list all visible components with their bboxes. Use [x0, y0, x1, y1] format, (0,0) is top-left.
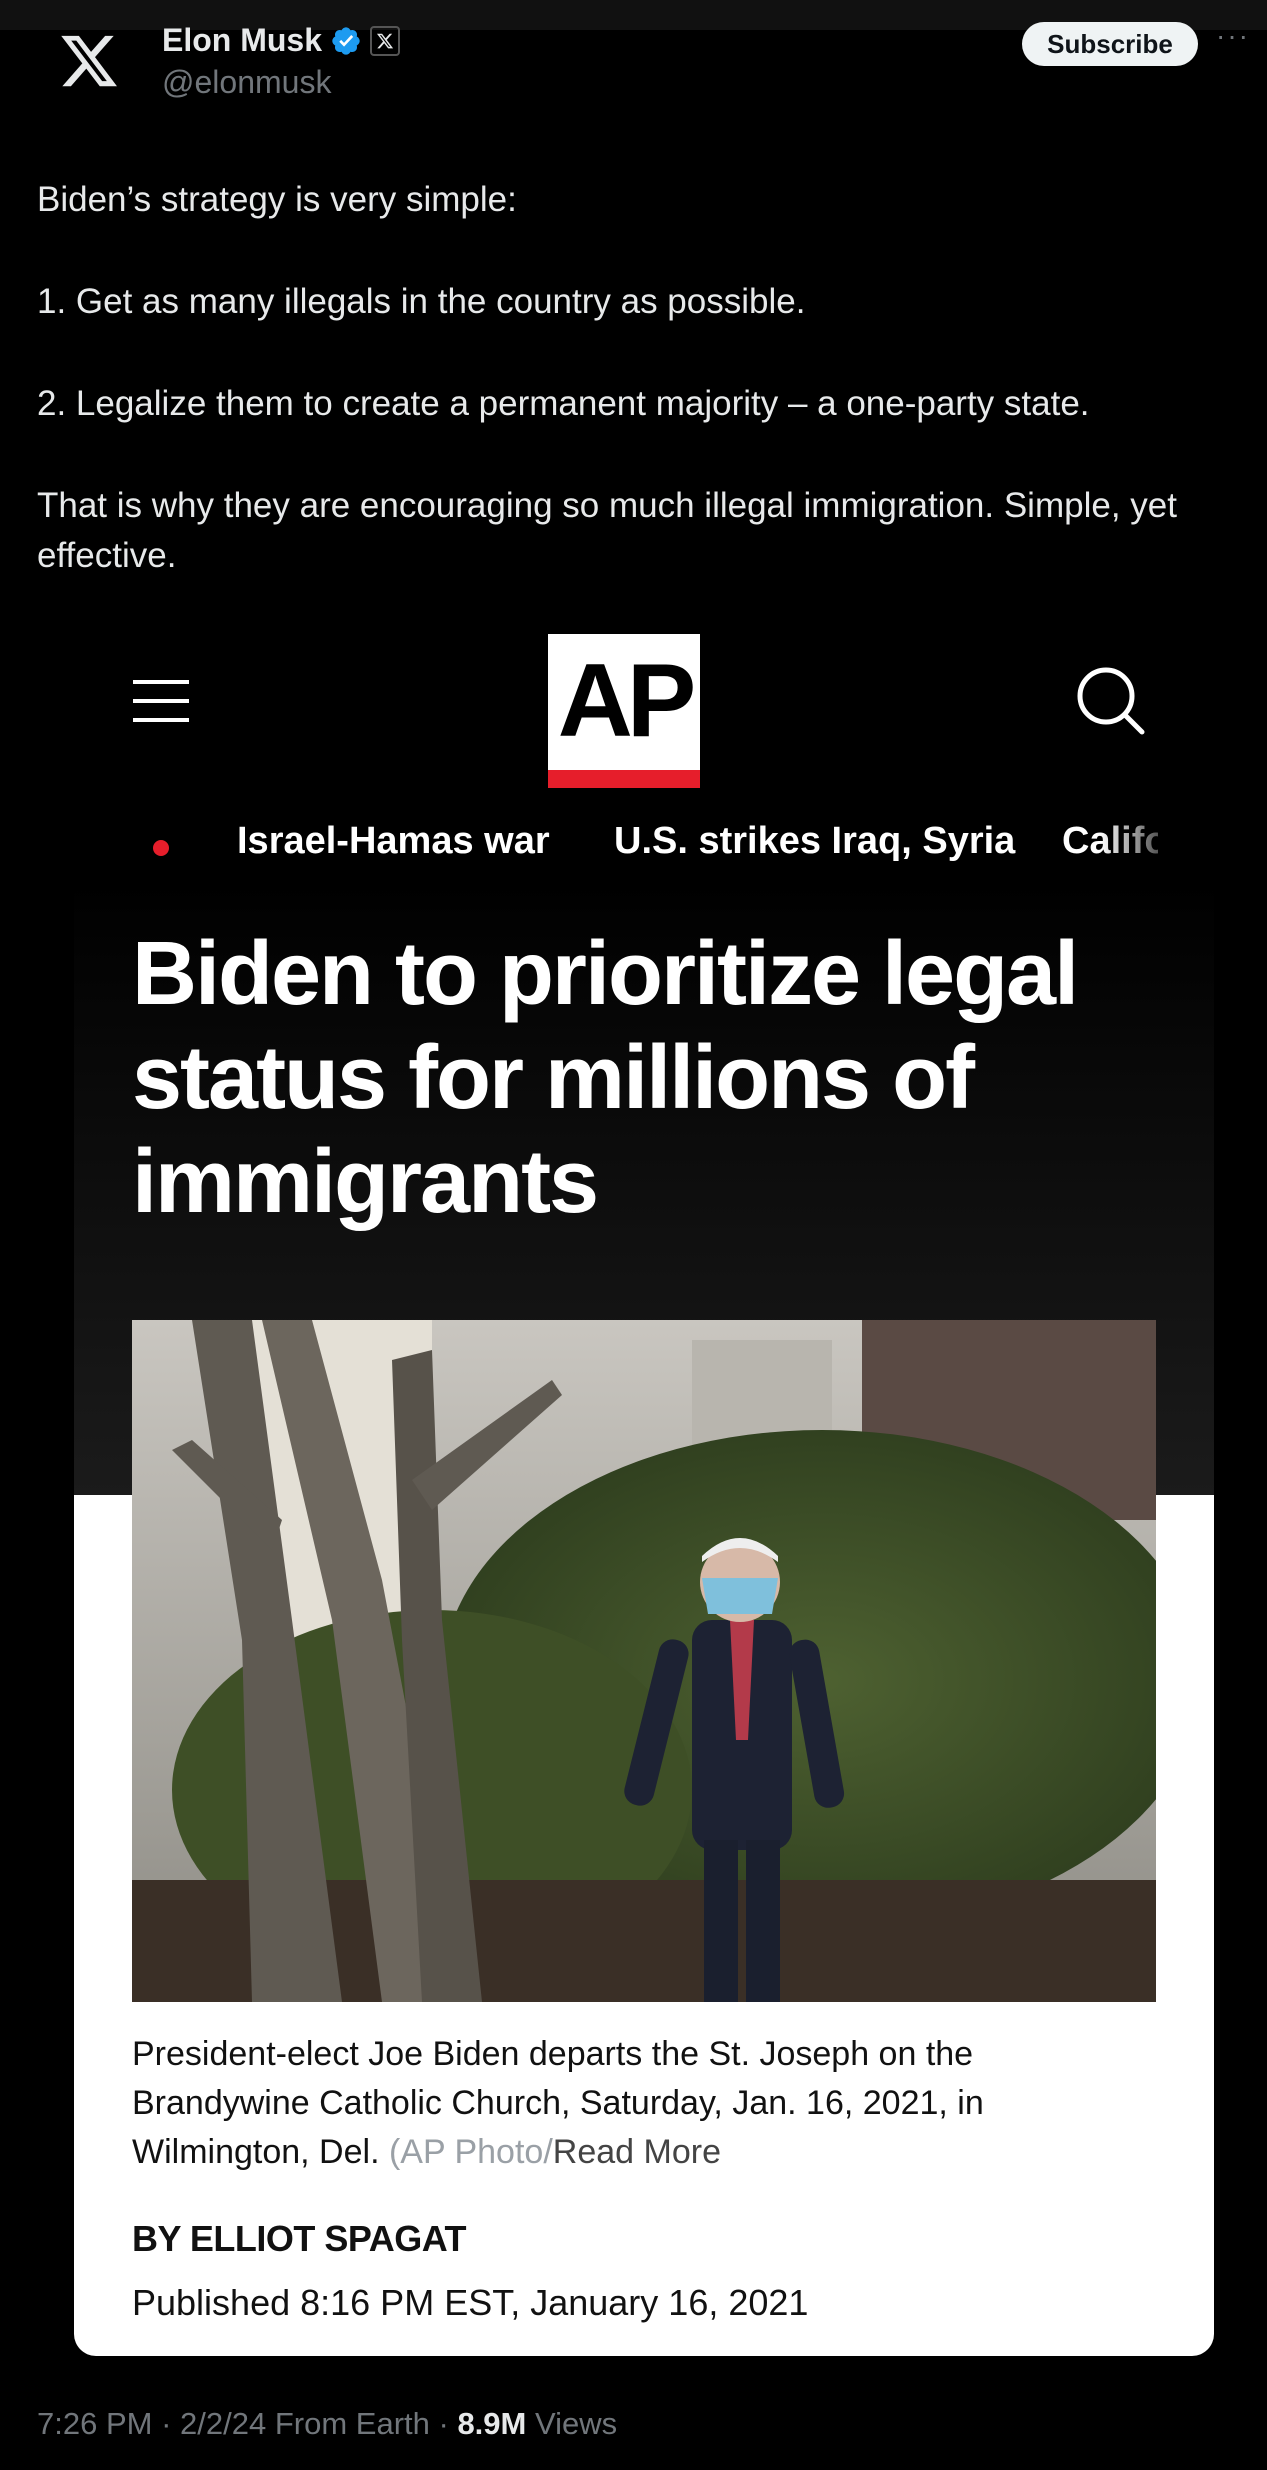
tweet-line: That is why they are encouraging so much…: [37, 486, 1177, 575]
ap-logo[interactable]: AP: [548, 634, 700, 788]
tweet-source: From Earth: [274, 2406, 430, 2441]
trending-link[interactable]: Califo: [1062, 820, 1158, 863]
caption-credit: (AP Photo/: [379, 2133, 553, 2171]
verified-badge-icon: [332, 26, 360, 55]
article-photo-illustration: [132, 1320, 1156, 2002]
trending-link[interactable]: Israel-Hamas war: [237, 820, 550, 863]
author-name-row: Elon Musk: [162, 22, 401, 59]
author-handle[interactable]: @elonmusk: [162, 64, 331, 101]
article-headline[interactable]: Biden to prioritize legal status for mil…: [132, 922, 1132, 1234]
tweet-line: 1. Get as many illegals in the country a…: [37, 282, 806, 321]
ap-logo-text: AP: [557, 643, 696, 759]
article-photo: [132, 1320, 1156, 2002]
ap-logo-bar: [548, 770, 700, 788]
tweet-meta: 7:26 PM · 2/2/24 From Earth · 8.9M Views: [37, 2406, 618, 2441]
read-more-link[interactable]: Read More: [553, 2133, 721, 2171]
more-icon[interactable]: ···: [1216, 20, 1250, 52]
trending-link[interactable]: U.S. strikes Iraq, Syria: [614, 820, 1015, 863]
link-card[interactable]: Biden to prioritize legal status for mil…: [74, 880, 1214, 2356]
article-published-date: Published 8:16 PM EST, January 16, 2021: [132, 2282, 809, 2323]
x-affiliate-icon: [370, 25, 401, 56]
tweet-line: Biden’s strategy is very simple:: [37, 180, 517, 219]
search-icon[interactable]: [1074, 664, 1146, 736]
menu-icon[interactable]: [133, 680, 189, 724]
tweet-text: Biden’s strategy is very simple: 1. Get …: [37, 175, 1232, 581]
author-name[interactable]: Elon Musk: [162, 22, 322, 59]
tweet-line: 2. Legalize them to create a permanent m…: [37, 384, 1090, 423]
tweet-time[interactable]: 7:26 PM: [37, 2406, 152, 2441]
views-count: 8.9M: [457, 2406, 527, 2441]
views-label: Views: [534, 2406, 618, 2441]
tweet-date[interactable]: 2/2/24: [180, 2406, 266, 2441]
live-dot: [153, 840, 169, 856]
subscribe-button[interactable]: Subscribe: [1022, 22, 1198, 66]
photo-caption: President-elect Joe Biden departs the St…: [132, 2030, 1156, 2177]
x-logo-icon[interactable]: [58, 30, 120, 92]
article-byline: BY ELLIOT SPAGAT: [132, 2218, 467, 2259]
